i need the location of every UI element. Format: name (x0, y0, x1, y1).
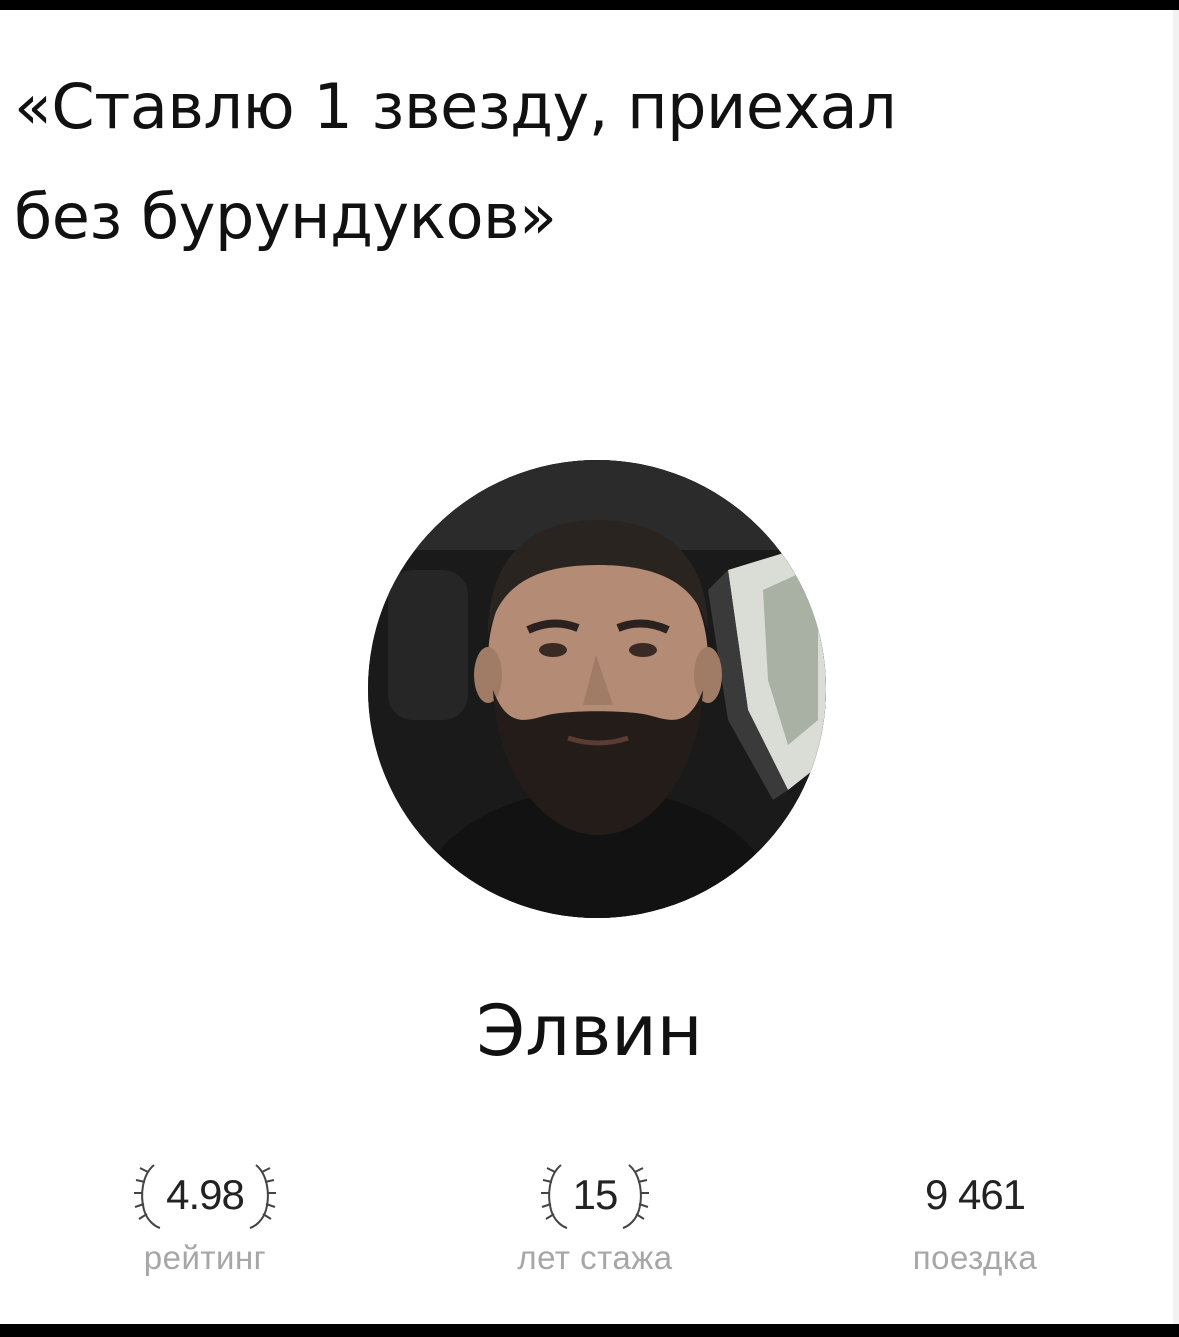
stat-experience: 15 лет стажа (445, 1155, 745, 1277)
stat-rating: 4.98 рейтинг (55, 1155, 355, 1277)
driver-stats: 4.98 рейтинг 15 лет стажа 9 461 поездка (0, 1155, 1179, 1285)
driver-card: «Ставлю 1 звезду, приехал без бурундуков… (0, 10, 1179, 1324)
driver-avatar (368, 460, 826, 918)
caption-line-2: без бурундуков» (14, 180, 557, 253)
screenshot-frame: «Ставлю 1 звезду, приехал без бурундуков… (0, 0, 1179, 1337)
laurel-left-icon (540, 1164, 568, 1229)
laurel-left-icon (134, 1164, 161, 1229)
driver-name: Элвин (476, 990, 703, 1072)
laurel-right-icon (249, 1164, 276, 1229)
stat-trips: 9 461 поездка (825, 1155, 1125, 1277)
trips-value: 9 461 (924, 1171, 1026, 1218)
meme-caption: «Ставлю 1 звезду, приехал без бурундуков… (14, 52, 1154, 272)
trips-label: поездка (912, 1239, 1038, 1276)
experience-label: лет стажа (517, 1239, 673, 1276)
rating-label: рейтинг (143, 1239, 267, 1276)
rating-value: 4.98 (166, 1171, 245, 1218)
experience-value: 15 (572, 1171, 619, 1218)
caption-line-1: «Ставлю 1 звезду, приехал (14, 70, 897, 143)
driver-photo (368, 460, 826, 918)
laurel-right-icon (622, 1164, 650, 1229)
